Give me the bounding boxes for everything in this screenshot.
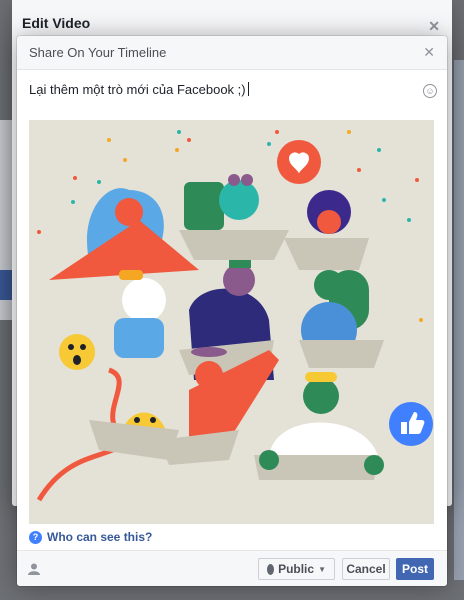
tag-friends-icon[interactable] [27, 562, 41, 576]
video-thumbnail[interactable] [29, 120, 434, 524]
post-button[interactable]: Post [396, 558, 434, 580]
thumbs-up-icon [389, 402, 433, 446]
audience-selector[interactable]: Public ▼ [258, 558, 335, 580]
share-dialog: Share On Your Timeline ✕ Lại thêm một tr… [17, 36, 447, 586]
close-icon[interactable]: ✕ [423, 44, 435, 61]
who-can-see-link[interactable]: Who can see this? [47, 530, 152, 544]
cancel-button[interactable]: Cancel [342, 558, 390, 580]
share-dialog-footer: Public ▼ Cancel Post [17, 550, 447, 586]
globe-icon [267, 563, 275, 575]
audience-label: Public [278, 562, 315, 576]
text-caret [247, 82, 249, 96]
illustration [29, 120, 434, 524]
share-dialog-header: Share On Your Timeline ✕ [17, 36, 447, 70]
background-blue-bar [0, 270, 12, 300]
emoji-icon[interactable]: ☺ [423, 84, 437, 98]
wow-reaction-icon [59, 334, 95, 370]
composer[interactable]: Lại thêm một trò mới của Facebook ;) ☺ [17, 70, 447, 108]
heart-reaction-icon [277, 140, 321, 184]
privacy-row: ? Who can see this? [29, 530, 152, 544]
chevron-down-icon: ▼ [318, 564, 326, 574]
composer-text[interactable]: Lại thêm một trò mới của Facebook ;) [29, 82, 246, 97]
question-circle-icon[interactable]: ? [29, 530, 42, 544]
share-dialog-title: Share On Your Timeline [29, 45, 167, 60]
background-right-strip [454, 60, 464, 580]
